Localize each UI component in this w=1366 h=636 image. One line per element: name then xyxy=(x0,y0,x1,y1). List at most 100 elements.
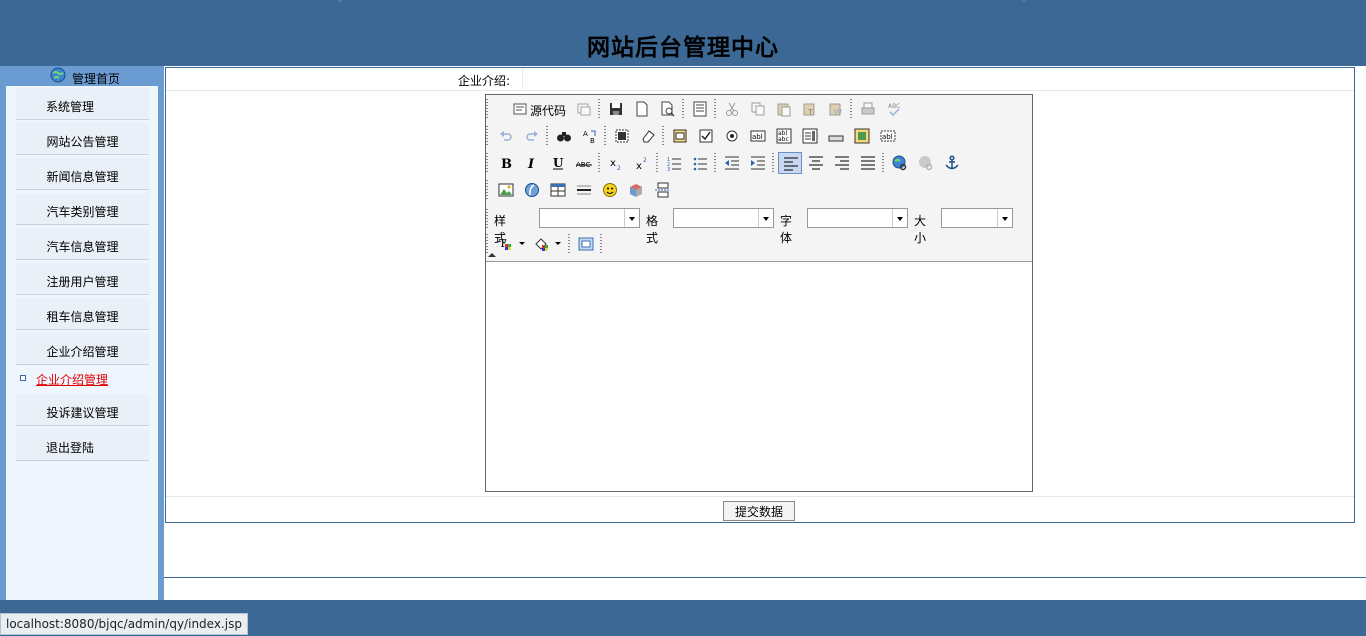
source-button[interactable]: 源代码 xyxy=(508,98,568,120)
fill-color-icon xyxy=(535,238,548,251)
sidebar-item-users[interactable]: 注册用户管理 xyxy=(16,263,149,295)
text-color-button[interactable]: T xyxy=(494,233,528,255)
justify-button[interactable] xyxy=(856,152,880,174)
sidebar-subitem-link[interactable]: 企业介绍管理 xyxy=(36,371,108,388)
paste-button[interactable] xyxy=(772,98,796,120)
svg-text:abl: abl xyxy=(752,133,763,141)
outdent-button[interactable] xyxy=(720,152,744,174)
hidden-field-button[interactable]: abl xyxy=(876,125,900,147)
sidebar-item-label: 退出登陆 xyxy=(46,441,95,455)
select-field-button[interactable] xyxy=(798,125,822,147)
replace-button[interactable]: AB xyxy=(578,125,602,147)
toolbar-grip xyxy=(882,153,884,173)
align-left-button[interactable] xyxy=(778,152,802,174)
paste-text-button[interactable]: T xyxy=(798,98,822,120)
submit-button[interactable]: 提交数据 xyxy=(723,501,795,521)
editor-content-area[interactable] xyxy=(486,262,1032,491)
show-blocks-button[interactable] xyxy=(574,233,598,255)
toolbar-grip xyxy=(656,153,658,173)
flash-button[interactable] xyxy=(520,179,544,201)
button-field-icon xyxy=(828,135,844,142)
save-button[interactable] xyxy=(604,98,628,120)
cut-icon xyxy=(726,102,738,116)
image-button[interactable] xyxy=(494,179,518,201)
divider xyxy=(164,577,1366,578)
italic-icon: I xyxy=(527,157,535,171)
sidebar-item-rentals[interactable]: 租车信息管理 xyxy=(16,298,149,330)
sidebar-item-logout[interactable]: 退出登陆 xyxy=(16,429,149,461)
sidebar-item-cars[interactable]: 汽车信息管理 xyxy=(16,228,149,260)
sidebar-item-system[interactable]: 系统管理 xyxy=(16,88,149,120)
sidebar-item-announcements[interactable]: 网站公告管理 xyxy=(16,123,149,155)
undo-button[interactable] xyxy=(494,125,518,147)
align-center-button[interactable] xyxy=(804,152,828,174)
horizontal-rule-button[interactable] xyxy=(572,179,596,201)
indent-button[interactable] xyxy=(746,152,770,174)
form-button[interactable] xyxy=(668,125,692,147)
text-field-button[interactable]: abl xyxy=(746,125,770,147)
link-button[interactable] xyxy=(888,152,912,174)
field-label: 企业介绍: xyxy=(458,74,511,88)
subscript-button[interactable]: x2 xyxy=(604,152,628,174)
italic-button[interactable]: I xyxy=(520,152,544,174)
bold-icon: B xyxy=(501,157,512,171)
bold-button[interactable]: B xyxy=(494,152,518,174)
align-right-button[interactable] xyxy=(830,152,854,174)
underline-button[interactable]: U xyxy=(546,152,570,174)
image-icon xyxy=(498,183,514,197)
sidebar-item-news[interactable]: 新闻信息管理 xyxy=(16,158,149,190)
bullet-list-button[interactable] xyxy=(688,152,712,174)
strikethrough-button[interactable]: ABC xyxy=(572,152,596,174)
new-page-button[interactable] xyxy=(630,98,654,120)
size-select[interactable] xyxy=(941,208,1013,228)
toolbar-grip xyxy=(682,99,684,119)
cut-button[interactable] xyxy=(720,98,744,120)
textarea-button[interactable]: abl abc xyxy=(772,125,796,147)
print-button[interactable] xyxy=(856,98,880,120)
preview-button[interactable] xyxy=(572,98,596,120)
sidebar-item-complaints[interactable]: 投诉建议管理 xyxy=(16,394,149,426)
checkbox-button[interactable] xyxy=(694,125,718,147)
font-select[interactable] xyxy=(807,208,908,228)
divider xyxy=(522,68,523,90)
ordered-list-button[interactable]: 123 xyxy=(662,152,686,174)
underline-icon: U xyxy=(553,156,564,170)
superscript-button[interactable]: x2 xyxy=(630,152,654,174)
redo-button[interactable] xyxy=(520,125,544,147)
svg-text:2: 2 xyxy=(617,165,621,171)
paste-word-button[interactable]: W xyxy=(824,98,848,120)
smiley-button[interactable] xyxy=(598,179,622,201)
style-select[interactable] xyxy=(539,208,640,228)
remove-format-button[interactable] xyxy=(636,125,660,147)
table-button[interactable] xyxy=(546,179,570,201)
background-color-button[interactable] xyxy=(530,233,564,255)
format-select[interactable] xyxy=(673,208,774,228)
submit-row: 提交数据 xyxy=(166,496,1354,523)
button-field-button[interactable] xyxy=(824,125,848,147)
paste-text-icon: T xyxy=(803,103,815,117)
unlink-button[interactable] xyxy=(914,152,938,174)
templates-button[interactable] xyxy=(688,98,712,120)
copy-button[interactable] xyxy=(746,98,770,120)
sidebar-home[interactable]: 管理首页 xyxy=(0,66,164,86)
text-color-icon: T xyxy=(499,237,511,250)
toolbar-grip xyxy=(772,153,774,173)
image-button-button[interactable] xyxy=(850,125,874,147)
print-preview-button[interactable] xyxy=(656,98,680,120)
page-break-button[interactable] xyxy=(650,179,674,201)
page-break-icon xyxy=(655,182,669,198)
select-all-icon xyxy=(615,129,629,143)
select-all-button[interactable] xyxy=(610,125,634,147)
special-char-button[interactable] xyxy=(624,179,648,201)
spellcheck-button[interactable]: ABC xyxy=(882,98,906,120)
collapse-toolbar-icon[interactable] xyxy=(488,253,496,257)
anchor-button[interactable] xyxy=(940,152,964,174)
sidebar-item-label: 汽车信息管理 xyxy=(46,240,119,254)
sidebar-item-company[interactable]: 企业介绍管理 xyxy=(16,333,149,365)
find-button[interactable] xyxy=(552,125,576,147)
sidebar-item-car-categories[interactable]: 汽车类别管理 xyxy=(16,193,149,225)
radio-button[interactable] xyxy=(720,125,744,147)
toolbar-grip xyxy=(568,234,570,254)
form-icon xyxy=(673,129,687,143)
justify-icon xyxy=(861,156,875,170)
